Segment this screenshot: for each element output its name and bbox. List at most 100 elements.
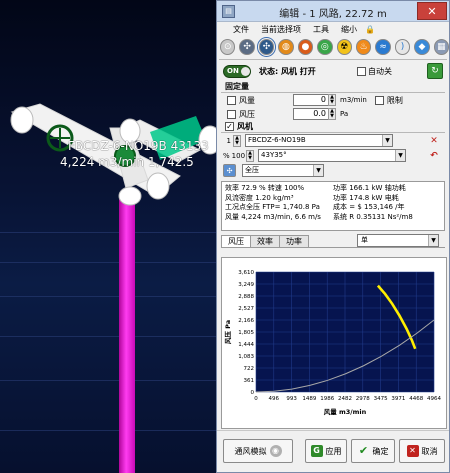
apply-icon: G: [310, 445, 323, 457]
fan-curve-chart: 0 496 993 1489 1986 2482 2978 3475 3971 4468 4964 0…: [221, 257, 447, 429]
menu-shrink[interactable]: 缩小: [335, 24, 363, 35]
title-bar[interactable]: ▤ 编辑 - 1 风路, 22.72 m ✕: [217, 1, 449, 22]
percent-spinner[interactable]: ▲ ▼: [246, 149, 255, 162]
tab-pressure[interactable]: 风压: [221, 235, 251, 247]
cancel-icon: ✕: [406, 445, 419, 457]
fixed-flow-label: 风量: [239, 95, 255, 105]
regulator-icon[interactable]: ◍: [278, 39, 294, 55]
x-tick-label: 4468: [409, 396, 423, 402]
menu-current-selection[interactable]: 当前选择项: [255, 24, 307, 35]
fixed-flow-spinner[interactable]: ▲ ▼: [328, 94, 336, 106]
cancel-button[interactable]: ✕ 取消: [399, 439, 445, 463]
fan-mode-row: ✣ 全压 ▼: [217, 163, 449, 178]
auto-off-label: 自动关: [368, 67, 392, 76]
percent-value[interactable]: 100: [232, 152, 245, 160]
undo-icon[interactable]: ↶: [429, 151, 439, 161]
blade-angle-value: 43Y35°: [261, 151, 287, 159]
fixed-pressure-spinner[interactable]: ▲ ▼: [328, 108, 336, 120]
chart-tabs: 风压 效率 功率 单 ▼: [221, 234, 445, 248]
fan-selected-icon[interactable]: ✣: [256, 37, 277, 57]
apply-button[interactable]: G 应用: [305, 439, 347, 463]
fixed-pressure-unit: Pa: [340, 110, 349, 118]
toggle-knob: [240, 66, 250, 76]
refresh-icon[interactable]: ↻: [427, 63, 443, 79]
info-efficiency: 效率 72.9 % 转速 100%: [225, 184, 305, 192]
ok-button[interactable]: ✔ 确定: [351, 439, 395, 463]
wireless-icon[interactable]: ): [394, 39, 411, 55]
blade-angle-select[interactable]: 43Y35° ▼: [258, 149, 407, 162]
junction-node: [146, 172, 170, 200]
chart-unit-select[interactable]: 单 ▼: [357, 234, 439, 247]
toolbar: ⊙ ✣ ✣ ◍ ● ◎ ☢ ♨ ≈ ) ◆ ▦: [217, 36, 450, 58]
y-tick-label: 1,444: [238, 342, 254, 348]
toggle-label: ON: [227, 67, 239, 75]
pressure-mode-select[interactable]: 全压 ▼: [242, 164, 324, 177]
info-shaft-power: 功率 166.1 kW 轴功耗: [333, 184, 406, 192]
fan-number-stepper[interactable]: 1 ▲ ▼: [223, 134, 241, 147]
ok-label: 确定: [372, 446, 389, 456]
y-tick-label: 2,166: [238, 318, 254, 324]
fan-label-bottom: 4,224 m3/min 1,742.5: [60, 155, 194, 169]
apply-label: 应用: [325, 446, 342, 456]
fan-model-select[interactable]: FBCDZ-6-NO19B ▼: [245, 134, 393, 147]
fixed-pressure-row: 风压 0.0 ▲ ▼ Pa: [217, 107, 449, 121]
x-tick-label: 3475: [374, 396, 388, 402]
y-tick-label: 361: [244, 378, 255, 384]
tab-efficiency[interactable]: 效率: [250, 235, 280, 247]
fixed-flow-unit: m3/min: [340, 96, 367, 104]
fixed-pressure-checkbox[interactable]: [227, 109, 236, 119]
percent-label: %: [223, 151, 230, 160]
fixed-flow-row: 风量 0 ▲ ▼ m3/min 限制: [217, 93, 449, 107]
fan-number: 1: [226, 136, 231, 145]
chevron-down-icon[interactable]: ▼: [313, 165, 323, 176]
simulate-icon: ◉: [269, 445, 282, 457]
simulate-button[interactable]: 通风模拟 ◉: [223, 439, 293, 463]
chevron-down-icon[interactable]: ▼: [382, 135, 392, 146]
window-title: 编辑 - 1 风路, 22.72 m: [279, 9, 387, 20]
fan-model-row: 1 ▲ ▼ FBCDZ-6-NO19B ▼ ✕: [217, 133, 449, 148]
fan-number-spinner[interactable]: ▲ ▼: [233, 134, 241, 147]
y-tick-label: 2,527: [238, 306, 254, 312]
limit-label: 限制: [386, 95, 403, 105]
simulate-label: 通风模拟: [234, 446, 267, 456]
auto-off-checkbox[interactable]: [357, 67, 366, 76]
fan-section-label: 风机: [237, 121, 253, 131]
airway-network[interactable]: [0, 0, 224, 473]
lock-icon[interactable]: 🔒: [365, 25, 375, 34]
pressure-mode-value: 全压: [245, 166, 259, 174]
fan-section-title: ✓ 风机: [221, 121, 445, 133]
auto-off-option[interactable]: 自动关: [357, 66, 392, 77]
info-resistance: 系统 R 0.35131 Ns²/m8: [333, 212, 413, 221]
fan-angle-row: % 100 ▲ ▼ 43Y35° ▼ ↶: [217, 148, 449, 163]
close-icon: ✕: [427, 5, 437, 18]
fixed-pressure-input[interactable]: 0.0: [293, 108, 329, 120]
flow-icon[interactable]: ≈: [375, 39, 391, 55]
fan-icon[interactable]: ✣: [239, 39, 255, 55]
y-tick-label: 2,888: [238, 294, 254, 300]
chevron-down-icon[interactable]: ▼: [428, 235, 438, 246]
fan-curve-icon[interactable]: ✣: [223, 164, 236, 177]
label-icon[interactable]: ▦: [433, 39, 450, 55]
airway-icon[interactable]: ⊙: [220, 39, 236, 55]
menu-file[interactable]: 文件: [227, 24, 255, 35]
3d-viewport[interactable]: FBCDZ-6-NO19B 43133 4,224 m3/min 1,742.5: [0, 0, 224, 473]
fixed-flow-checkbox[interactable]: [227, 95, 236, 105]
chevron-down-icon[interactable]: ▼: [395, 150, 406, 161]
layers-icon[interactable]: ◆: [414, 39, 430, 55]
limit-checkbox[interactable]: [374, 95, 384, 105]
fan-on-toggle[interactable]: ON: [223, 64, 251, 78]
tab-power[interactable]: 功率: [279, 235, 309, 247]
info-right-column: 功率 166.1 kW 轴功耗 功率 174.8 kW 电耗 成本 = $ 15…: [333, 184, 441, 228]
radiation-icon[interactable]: ☢: [336, 39, 352, 55]
close-button[interactable]: ✕: [417, 2, 447, 20]
fan-section-checkbox[interactable]: ✓: [225, 122, 234, 131]
fixed-flow-input[interactable]: 0: [293, 94, 329, 106]
source-icon[interactable]: ●: [297, 39, 314, 55]
x-tick-label: 3971: [391, 396, 405, 402]
info-total-pressure: 工况点全压 FTP= 1,740.8 Pa: [225, 203, 320, 211]
fire-icon[interactable]: ♨: [355, 39, 372, 55]
info-electric-power: 功率 174.8 kW 电耗: [333, 193, 399, 202]
gas-icon[interactable]: ◎: [317, 39, 333, 55]
remove-fan-icon[interactable]: ✕: [429, 136, 439, 146]
menu-tools[interactable]: 工具: [307, 24, 335, 35]
